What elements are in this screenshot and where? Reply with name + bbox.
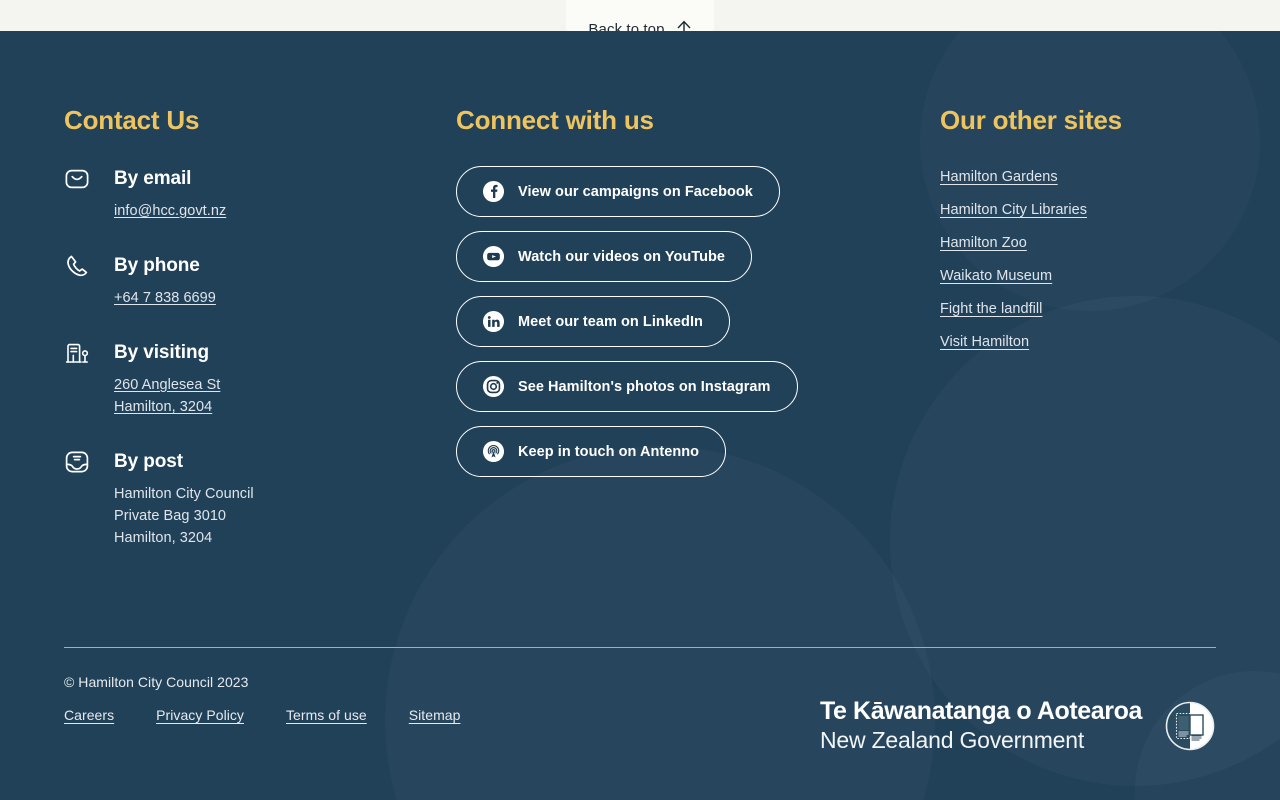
mailbox-icon xyxy=(64,449,90,475)
building-icon xyxy=(64,340,90,366)
youtube-icon xyxy=(482,245,505,268)
other-sites-column: Our other sites Hamilton Gardens Hamilto… xyxy=(940,105,1216,549)
legal-link-privacy-policy[interactable]: Privacy Policy xyxy=(156,707,244,723)
phone-icon xyxy=(64,253,90,279)
post-line-1: Hamilton City Council xyxy=(114,486,254,502)
youtube-button[interactable]: Watch our videos on YouTube xyxy=(456,231,753,282)
contact-column: Contact Us By email info@hcc.govt.nz By … xyxy=(64,105,456,549)
contact-heading: Contact Us xyxy=(64,105,200,135)
nz-government-logo-block: Te Kāwanatanga o Aotearoa New Zealand Go… xyxy=(820,696,1216,755)
nz-government-english-name: New Zealand Government xyxy=(819,727,1085,753)
site-link-fight-the-landfill[interactable]: Fight the landfill xyxy=(940,298,1216,320)
mail-icon xyxy=(64,166,90,192)
linkedin-icon xyxy=(482,310,505,333)
address-line-1-link[interactable]: 260 Anglesea St xyxy=(114,374,456,396)
legal-link-careers[interactable]: Careers xyxy=(64,707,114,723)
other-sites-heading: Our other sites xyxy=(940,105,1122,135)
linkedin-button[interactable]: Meet our team on LinkedIn xyxy=(456,296,730,347)
nz-government-wordmark: Te Kāwanatanga o Aotearoa New Zealand Go… xyxy=(820,696,1142,755)
site-link-waikato-museum[interactable]: Waikato Museum xyxy=(940,265,1216,287)
facebook-button[interactable]: View our campaigns on Facebook xyxy=(456,166,780,217)
contact-block-visiting: By visiting 260 Anglesea St Hamilton, 32… xyxy=(64,340,456,418)
post-line-2: Private Bag 3010 xyxy=(114,508,227,524)
legal-link-terms-of-use[interactable]: Terms of use xyxy=(286,707,367,723)
footer-bottom-bar: © Hamilton City Council 2023 Careers Pri… xyxy=(64,674,1216,784)
site-link-hamilton-zoo[interactable]: Hamilton Zoo xyxy=(940,232,1216,254)
contact-block-title: By visiting xyxy=(114,342,209,363)
site-footer: Contact Us By email info@hcc.govt.nz By … xyxy=(0,31,1280,800)
contact-block-title: By email xyxy=(114,168,192,189)
antenno-button-label: Keep in touch on Antenno xyxy=(518,443,700,460)
phone-link[interactable]: +64 7 838 6699 xyxy=(114,287,456,309)
instagram-icon xyxy=(482,375,505,398)
antenno-icon xyxy=(482,440,505,463)
email-link[interactable]: info@hcc.govt.nz xyxy=(114,200,456,222)
youtube-button-label: Watch our videos on YouTube xyxy=(518,248,726,265)
contact-block-phone: By phone +64 7 838 6699 xyxy=(64,253,456,309)
contact-block-email: By email info@hcc.govt.nz xyxy=(64,166,456,222)
address-line-2-link[interactable]: Hamilton, 3204 xyxy=(114,396,456,418)
nz-government-maori-name: Te Kāwanatanga o Aotearoa xyxy=(819,697,1142,725)
legal-link-sitemap[interactable]: Sitemap xyxy=(409,707,461,723)
linkedin-button-label: Meet our team on LinkedIn xyxy=(518,313,703,330)
connect-column: Connect with us View our campaigns on Fa… xyxy=(456,105,940,549)
site-link-hamilton-city-libraries[interactable]: Hamilton City Libraries xyxy=(940,199,1216,221)
other-sites-link-list: Hamilton Gardens Hamilton City Libraries… xyxy=(940,166,1216,353)
facebook-icon xyxy=(482,180,505,203)
nz-government-crest-icon xyxy=(1164,700,1216,752)
contact-block-title: By post xyxy=(114,451,183,472)
contact-block-title: By phone xyxy=(114,255,200,276)
contact-block-post: By post Hamilton City Council Private Ba… xyxy=(64,449,456,549)
instagram-button-label: See Hamilton's photos on Instagram xyxy=(518,378,771,395)
facebook-button-label: View our campaigns on Facebook xyxy=(518,183,753,200)
copyright-text: © Hamilton City Council 2023 xyxy=(64,674,249,690)
footer-divider xyxy=(64,647,1216,648)
connect-heading: Connect with us xyxy=(456,105,654,135)
post-line-3: Hamilton, 3204 xyxy=(114,530,213,546)
footer-columns: Contact Us By email info@hcc.govt.nz By … xyxy=(64,105,1216,549)
instagram-button[interactable]: See Hamilton's photos on Instagram xyxy=(456,361,798,412)
site-link-visit-hamilton[interactable]: Visit Hamilton xyxy=(940,331,1216,353)
social-button-list: View our campaigns on Facebook Watch our… xyxy=(456,166,940,477)
site-link-hamilton-gardens[interactable]: Hamilton Gardens xyxy=(940,166,1216,188)
antenno-button[interactable]: Keep in touch on Antenno xyxy=(456,426,727,477)
